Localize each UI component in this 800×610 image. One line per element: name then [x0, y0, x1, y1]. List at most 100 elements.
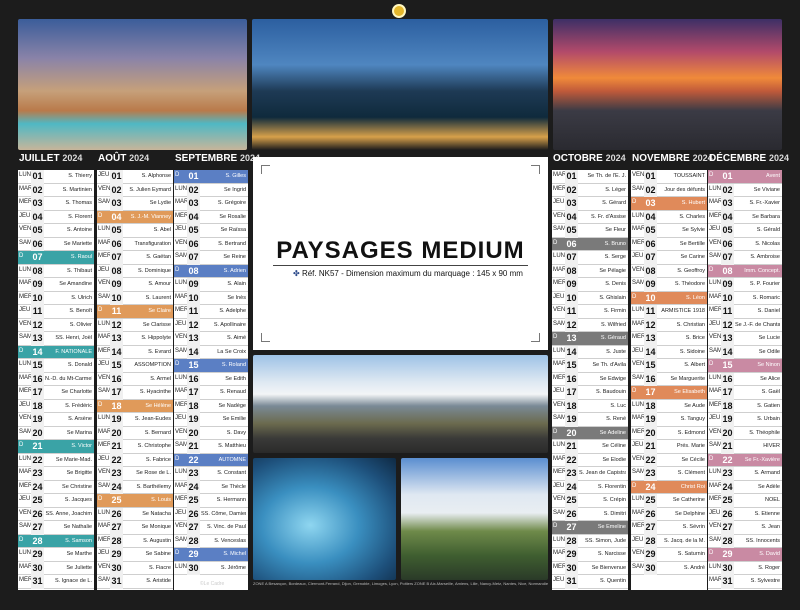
weekday-label: JEU — [98, 266, 110, 273]
day-row: JEU 10 S. Ghislain — [552, 291, 628, 305]
weekday-label: JEU — [553, 293, 565, 300]
weekday-label: VEN — [709, 334, 722, 340]
day-number: 18 — [111, 400, 122, 411]
weekday-label: VEN — [19, 415, 32, 421]
saint-name: S. Raoul — [70, 254, 92, 260]
day-number: 04 — [565, 210, 578, 224]
day-number: 02 — [187, 183, 200, 197]
day-row: LUN 26 Se Natacha — [97, 507, 173, 521]
weekday-label: VEN — [19, 509, 32, 516]
day-row: MAR 22 Se Elodie — [552, 453, 628, 467]
day-number: 06 — [31, 237, 44, 251]
day-number: 05 — [721, 224, 734, 238]
day-number: 10 — [565, 291, 578, 305]
day-row: JEU 05 S. Gérald — [708, 224, 782, 238]
saint-name: SS. Henri, Joël — [55, 335, 92, 341]
day-number: 07 — [644, 251, 657, 265]
day-row: D 01 Avent — [708, 170, 782, 184]
day-row: SAM 14 Se Odile — [708, 345, 782, 359]
day-row: LUN 30 S. Jérôme — [174, 561, 248, 575]
weekday-label: JEU — [709, 509, 721, 516]
day-row: D 08 S. Adrien — [174, 264, 248, 278]
day-number: 22 — [188, 454, 199, 465]
day-number: 28 — [565, 534, 578, 548]
day-number: 26 — [31, 507, 44, 521]
day-row: D 01 S. Gilles — [174, 170, 248, 184]
saint-name: SS. Innocents — [745, 537, 780, 544]
day-number: 16 — [110, 372, 123, 386]
day-row: JEU 07 Se Carine — [631, 251, 707, 265]
saint-name: S. Gilles — [225, 173, 246, 179]
weekday-label: D — [709, 266, 714, 273]
day-row: D 20 Se Adeline — [552, 426, 628, 440]
weekday-label: VEN — [709, 239, 722, 246]
weekday-label: LUN — [19, 266, 32, 273]
saint-name: S. Ambroise — [750, 254, 780, 260]
day-row: MAR 24 Se Adèle — [708, 480, 782, 494]
weekday-label: JEU — [98, 361, 110, 367]
day-row: LUN 15 S. Donald — [18, 359, 94, 373]
day-row: LUN 02 Se Ingrid — [174, 183, 248, 197]
saint-name: S. Sévrin — [682, 524, 705, 530]
day-number: 19 — [110, 413, 123, 427]
day-number: 09 — [644, 278, 657, 292]
day-row: SAM 09 S. Théodore — [631, 278, 707, 292]
day-number: 10 — [187, 291, 200, 305]
saint-name: S. Armel — [150, 375, 171, 382]
day-number: 28 — [32, 535, 43, 546]
saint-name: S. Louis — [151, 497, 171, 503]
month-header-septembre: SEPTEMBRE 2024 — [175, 153, 261, 164]
day-row: VEN 04 S. Fr. d'Assise — [552, 210, 628, 224]
saint-name: S. Dimitri — [603, 510, 626, 517]
weekday-label: D — [553, 334, 558, 340]
day-number: 24 — [645, 481, 656, 492]
day-number: 25 — [565, 494, 578, 508]
day-row: JEU 26 SS. Côme, Damien — [174, 507, 248, 521]
weekday-label: D — [553, 239, 558, 246]
day-row: VEN 02 S. Julien Eymard — [97, 183, 173, 197]
saint-name: Se Emilie — [222, 416, 246, 422]
day-number: 16 — [187, 372, 200, 386]
saint-name: Prés. Marie — [676, 443, 705, 449]
day-row: SAM 19 S. René — [552, 413, 628, 427]
day-number: 23 — [187, 467, 200, 481]
weekday-label: D — [632, 199, 637, 205]
day-number: 12 — [644, 318, 657, 332]
title-divider — [273, 265, 528, 266]
day-row: JEU 29 Se Sabine — [97, 548, 173, 562]
saint-name: S. Bernard — [144, 429, 171, 436]
day-row: MAR 02 S. Martinien — [18, 183, 94, 197]
day-row: MAR 19 S. Tanguy — [631, 413, 707, 427]
weekday-label: LUN — [632, 401, 645, 408]
saint-name: Se Adeline — [599, 429, 626, 436]
saint-name: Se Monique — [141, 524, 171, 530]
reference-text: ✤ Réf. NK57 - Dimension maximum du marqu… — [293, 269, 523, 278]
saint-name: S. Nicolas — [755, 240, 780, 247]
day-row: JEU 15 ASSOMPTION — [97, 359, 173, 373]
saint-name: Se Emeline — [597, 524, 626, 530]
saint-name: Se Christine — [62, 483, 92, 490]
month-column-decembre: D 01 Avent LUN 02 Se Viviane MAR 03 S. Fr.-Xavie… — [708, 170, 782, 590]
day-number: 01 — [644, 170, 657, 184]
weekday-label: LUN — [709, 280, 722, 286]
saint-name: La Se Croix — [217, 348, 246, 355]
day-number: 18 — [565, 399, 578, 413]
month-header-novembre: NOVEMBRE 2024 — [632, 153, 713, 164]
saint-name: S. André — [683, 564, 705, 571]
day-row: JEU 17 S. Baudouin — [552, 386, 628, 400]
weekday-label: VEN — [632, 266, 645, 273]
day-number: 09 — [565, 278, 578, 292]
saint-name: S. Benoît — [69, 308, 92, 314]
day-number: 18 — [187, 399, 200, 413]
day-row: MAR 27 Se Monique — [97, 521, 173, 535]
saint-name: Se Nathalie — [63, 524, 92, 530]
saint-name: Se Ninon — [757, 362, 780, 368]
day-row: VEN 01 TOUSSAINT — [631, 170, 707, 184]
saint-name: Se Ingrid — [223, 186, 246, 193]
day-number: 12 — [721, 318, 734, 332]
weekday-label: D — [709, 455, 714, 462]
saint-name: Se Charlotte — [61, 389, 92, 395]
saint-name: S. Ghislain — [599, 294, 626, 301]
day-row: SAM 30 S. André — [631, 561, 707, 575]
saint-name: Se Nadège — [218, 402, 246, 409]
